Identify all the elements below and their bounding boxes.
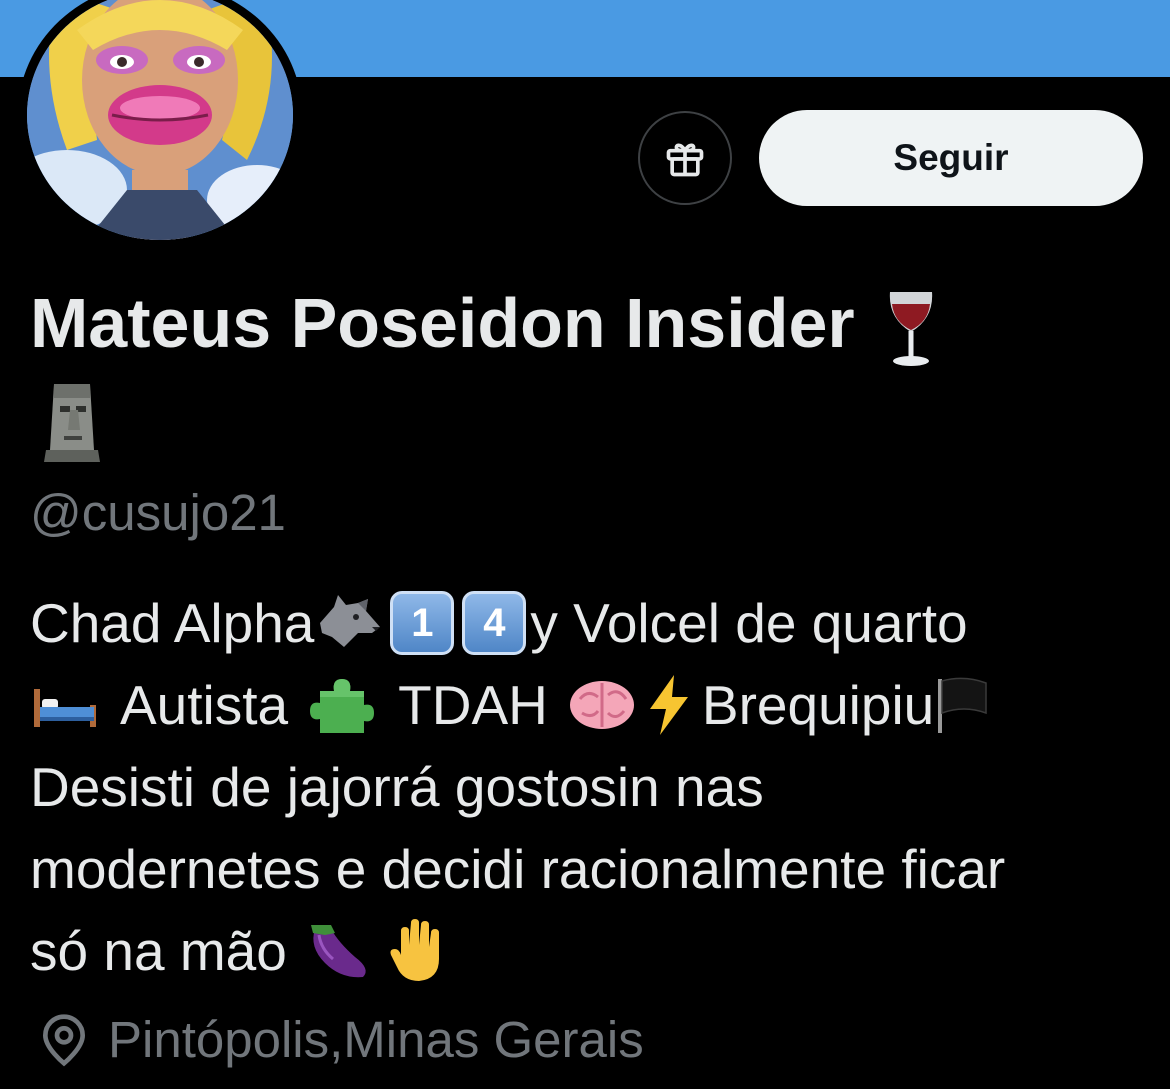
- bio-line: só na mão: [30, 910, 1150, 992]
- lightning-icon: [649, 675, 688, 735]
- bio-line: Chad Alpha 1 4 y Volcel de quarto: [30, 582, 1150, 664]
- wine-glass-icon: [889, 291, 933, 366]
- black-flag-icon: [938, 677, 988, 733]
- gift-button[interactable]: [638, 111, 732, 205]
- profile-bio: Chad Alpha 1 4 y Volcel de quarto Autist…: [30, 582, 1150, 992]
- raised-hand-icon: [390, 919, 439, 981]
- profile-page: Seguir Mateus Poseidon Insider @cusujo21…: [0, 0, 1170, 1089]
- gift-icon: [666, 143, 704, 177]
- profile-handle: @cusujo21: [30, 484, 286, 541]
- location-pin-icon: [42, 1014, 86, 1067]
- bio-text: TDAH: [398, 674, 548, 736]
- bio-text: Brequipiu: [701, 674, 935, 736]
- moai-icon: [44, 384, 100, 462]
- brain-icon: [569, 681, 634, 729]
- avatar[interactable]: [27, 0, 293, 240]
- profile-location: Pintópolis,Minas Gerais: [36, 1008, 644, 1072]
- eggplant-icon: [310, 925, 366, 978]
- avatar-image: [27, 0, 293, 240]
- bio-line: Autista TDAH Brequipiu: [30, 664, 1150, 746]
- bio-text: Autista: [120, 674, 289, 736]
- bio-text: Chad Alpha: [30, 592, 315, 654]
- puzzle-piece-icon: [310, 679, 375, 733]
- keycap-4-icon: 4: [462, 591, 527, 655]
- bio-text: só na mão: [30, 920, 287, 982]
- keycap-1-icon: 1: [390, 591, 455, 655]
- bio-line: Desisti de jajorrá gostosin nas: [30, 756, 764, 818]
- display-name-text: Mateus Poseidon Insider: [30, 284, 855, 362]
- follow-button[interactable]: Seguir: [759, 110, 1143, 206]
- bio-line: modernetes e decidi racionalmente ficar: [30, 838, 1006, 900]
- bio-text: y Volcel de quarto: [530, 592, 968, 654]
- display-name: Mateus Poseidon Insider: [30, 278, 1150, 370]
- wolf-icon: [320, 595, 381, 647]
- location-text: Pintópolis,Minas Gerais: [108, 1011, 644, 1068]
- bed-icon: [34, 689, 96, 727]
